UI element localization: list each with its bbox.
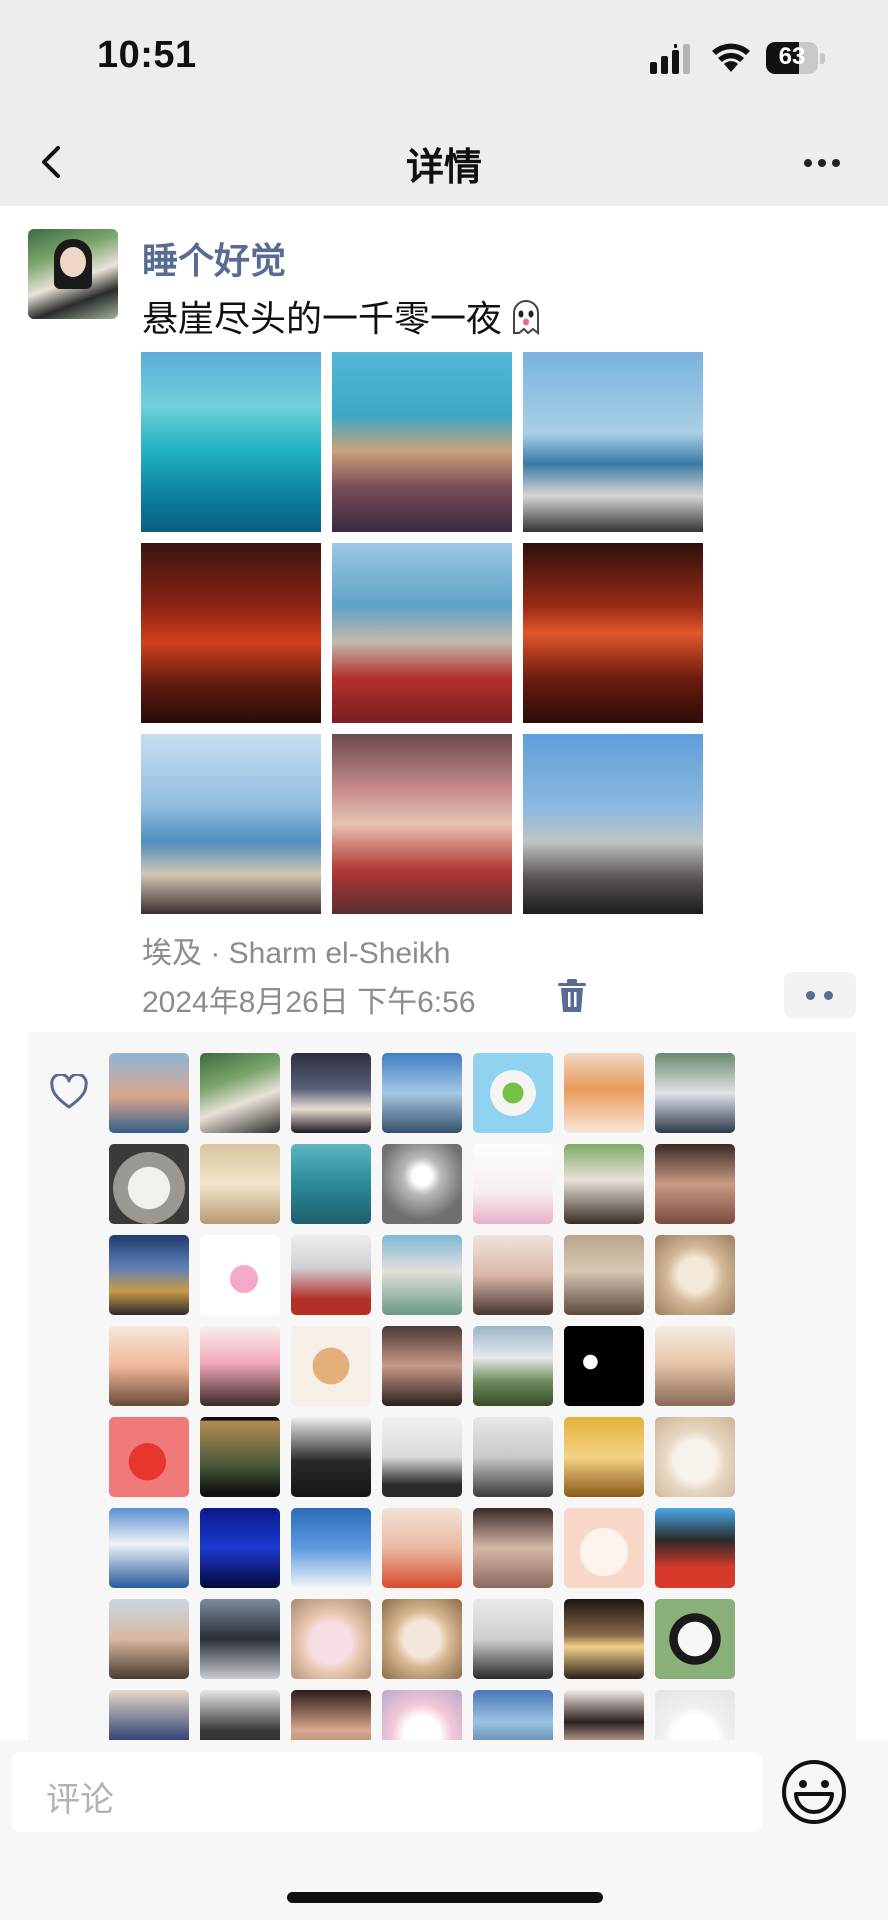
liker-avatar-girl-lying[interactable] — [473, 1235, 553, 1315]
liker-avatar-smiling-snowball[interactable] — [655, 1690, 735, 1740]
liker-avatar-white-kitten[interactable] — [382, 1690, 462, 1740]
nav-bar: 详情 — [0, 118, 888, 206]
liker-avatar-anime-boy-red[interactable] — [655, 1508, 735, 1588]
liker-avatar-sunset-beach[interactable] — [109, 1053, 189, 1133]
liker-avatar-cliff-sea[interactable] — [473, 1326, 553, 1406]
likes-panel — [28, 1032, 856, 1740]
liker-avatar-cat-glasses[interactable] — [382, 1599, 462, 1679]
post-text: 悬崖尽头的一千零一夜 — [142, 290, 546, 342]
liker-avatar-girl-garden[interactable] — [564, 1144, 644, 1224]
liker-avatar-girl-lake[interactable] — [655, 1053, 735, 1133]
trash-icon[interactable] — [555, 978, 589, 1014]
liker-avatar-anime-dark-hair[interactable] — [291, 1053, 371, 1133]
post-timestamp: 2024年8月26日 下午6:56 — [142, 986, 476, 1019]
status-time: 10:51 — [97, 34, 197, 76]
ghost-emoji-icon — [513, 300, 540, 336]
liker-avatar-black-cat-branches[interactable] — [473, 1417, 553, 1497]
photo-beach-crowd[interactable] — [332, 352, 512, 532]
liker-avatar-anime-girl-orange[interactable] — [564, 1053, 644, 1133]
liker-avatar-boy-with-cat[interactable] — [564, 1235, 644, 1315]
battery-level: 63 — [778, 43, 806, 70]
liker-avatar-dark-silhouette[interactable] — [200, 1417, 280, 1497]
liker-avatar-moon-dog[interactable] — [382, 1144, 462, 1224]
liker-avatar-cat-closeup[interactable] — [655, 1235, 735, 1315]
liker-avatar-underwater-swimmer[interactable] — [291, 1144, 371, 1224]
wifi-icon — [712, 43, 750, 72]
post-location[interactable]: 埃及 · Sharm el-Sheikh — [142, 928, 450, 972]
liker-avatar-girl-beach[interactable] — [109, 1599, 189, 1679]
battery-icon: 63 — [766, 42, 826, 74]
liker-avatar-girl-snow[interactable] — [473, 1599, 553, 1679]
liker-avatar-penguin-rocks[interactable] — [200, 1599, 280, 1679]
liker-avatar-girl-plush-hat[interactable] — [200, 1144, 280, 1224]
liker-avatar-black-eyes[interactable] — [564, 1326, 644, 1406]
page-title: 详情 — [405, 147, 482, 189]
liker-avatar-rabbit-drawing[interactable] — [564, 1508, 644, 1588]
liker-avatar-lake-mountain[interactable] — [473, 1690, 553, 1740]
liker-avatar-girl-princess[interactable] — [655, 1326, 735, 1406]
smiley-icon[interactable] — [780, 1758, 848, 1826]
photo-red-lanterns[interactable] — [141, 543, 321, 723]
liker-avatar-anime-white-hair[interactable] — [291, 1235, 371, 1315]
more-icon[interactable] — [790, 134, 854, 190]
cellular-signal-icon — [650, 44, 690, 74]
home-indicator — [287, 1892, 603, 1903]
liker-avatar-puppies[interactable] — [655, 1417, 735, 1497]
photo-turquoise-sea[interactable] — [141, 352, 321, 532]
author-avatar[interactable] — [28, 229, 118, 319]
liker-avatar-deep-blue-silhouette[interactable] — [200, 1508, 280, 1588]
liker-avatar-girl-flowers[interactable] — [382, 1235, 462, 1315]
liker-avatar-pink-guitar-doll[interactable] — [473, 1144, 553, 1224]
two-dots-icon[interactable] — [784, 972, 856, 1018]
photo-woman-portrait[interactable] — [523, 734, 703, 914]
liker-avatar-boy-dark-room[interactable] — [200, 1690, 280, 1740]
liker-avatar-girl-night-light[interactable] — [564, 1599, 644, 1679]
liker-avatar-palace-sunset[interactable] — [109, 1235, 189, 1315]
photo-woman-cushions[interactable] — [332, 543, 512, 723]
liker-avatar-red-cherry[interactable] — [109, 1417, 189, 1497]
liker-avatar-girl-dark-hair[interactable] — [291, 1417, 371, 1497]
comment-input[interactable]: 评论 — [12, 1752, 762, 1832]
liker-avatar-anime-pink-hair[interactable] — [200, 1326, 280, 1406]
photo-lantern-shop[interactable] — [523, 543, 703, 723]
liker-avatar-cat-face[interactable] — [109, 1144, 189, 1224]
liker-avatar-fortune-cat[interactable] — [564, 1417, 644, 1497]
photo-grid — [141, 352, 705, 916]
liker-avatar-boy-blue-hoodie[interactable] — [109, 1690, 189, 1740]
liker-avatar-cartoon-powerpuff[interactable] — [473, 1053, 553, 1133]
liker-avatar-baby-drinking[interactable] — [382, 1508, 462, 1588]
liker-avatar-girl-grad-cap[interactable] — [655, 1144, 735, 1224]
liker-avatar-plush-lion[interactable] — [291, 1326, 371, 1406]
photo-hanging-lamps[interactable] — [141, 734, 321, 914]
comment-placeholder: 评论 — [46, 1781, 114, 1819]
liker-avatar-cartoon-couple[interactable] — [109, 1326, 189, 1406]
post-text-content: 悬崖尽头的一千零一夜 — [142, 298, 503, 339]
liker-avatar-blue-sky-cloud[interactable] — [291, 1508, 371, 1588]
liker-avatar-silhouette-hill[interactable] — [382, 1053, 462, 1133]
liker-avatar-pink-bear-plush[interactable] — [291, 1599, 371, 1679]
liker-avatar-pink-rabbit-sparkles[interactable] — [200, 1235, 280, 1315]
photo-woman-balcony[interactable] — [523, 352, 703, 532]
comment-bar: 评论 — [0, 1740, 888, 1920]
liker-avatar-girl-bangs[interactable] — [564, 1690, 644, 1740]
liker-avatar-woman-smile[interactable] — [291, 1690, 371, 1740]
photo-party-crowd[interactable] — [332, 734, 512, 914]
heart-outline-icon — [50, 1074, 88, 1109]
liker-avatar-girl-closeup[interactable] — [473, 1508, 553, 1588]
author-name[interactable]: 睡个好觉 — [142, 232, 286, 284]
status-bar: 10:51 63 — [0, 0, 888, 118]
liker-avatar-girl-green[interactable] — [200, 1053, 280, 1133]
liker-avatar-cloud-sticker-sea[interactable] — [109, 1508, 189, 1588]
liker-avatar-panda[interactable] — [655, 1599, 735, 1679]
liker-avatar-laughing-boy[interactable] — [382, 1326, 462, 1406]
liker-avatar-penguin-sticker[interactable] — [382, 1417, 462, 1497]
